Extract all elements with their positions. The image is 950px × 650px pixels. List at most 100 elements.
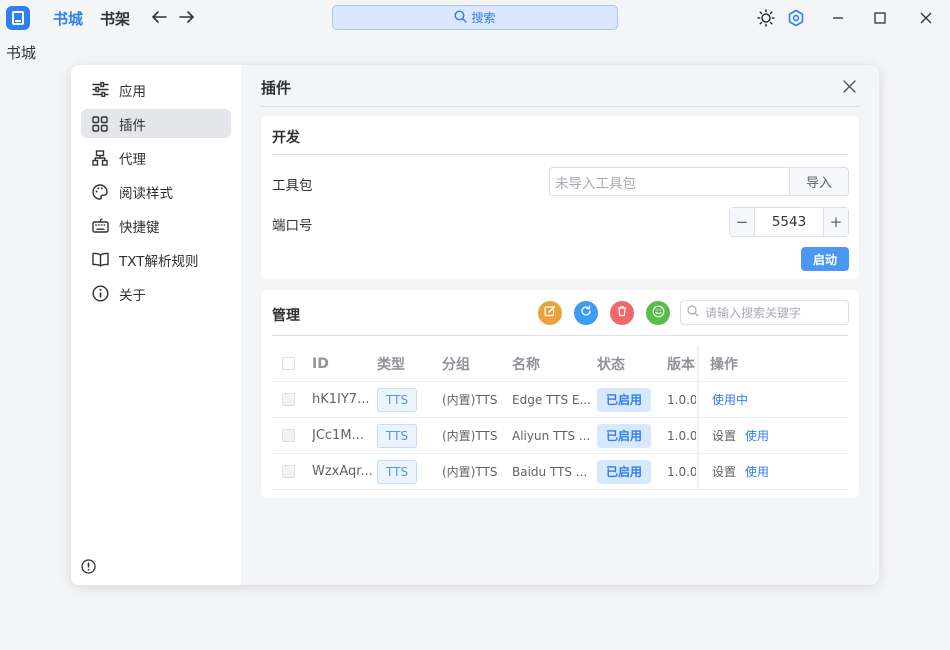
sidebar-item-txt-rules[interactable]: TXT解析规则 bbox=[81, 245, 231, 274]
refresh-button[interactable] bbox=[574, 301, 598, 325]
info-icon bbox=[91, 285, 109, 303]
delete-button[interactable] bbox=[610, 301, 634, 325]
table-header: ID 类型 分组 名称 状态 版本号 操作 bbox=[272, 346, 848, 382]
settings-gear-icon[interactable] bbox=[784, 6, 808, 30]
sidebar-item-label: 快捷键 bbox=[119, 219, 160, 236]
forward-arrow-icon[interactable] bbox=[176, 6, 198, 28]
divider bbox=[272, 335, 848, 336]
settings-dialog: 应用 插件 代理 阅读样式 快捷键 TXT解析规则 关于 插件 开发 工具包 未… bbox=[71, 65, 879, 585]
sidebar-item-about[interactable]: 关于 bbox=[81, 279, 231, 308]
row-checkbox[interactable] bbox=[282, 429, 295, 442]
port-value[interactable]: 5543 bbox=[755, 208, 823, 236]
type-tag: TTS bbox=[377, 387, 418, 412]
sidebar-item-label: 关于 bbox=[119, 287, 146, 304]
sidebar-item-plugins[interactable]: 插件 bbox=[81, 109, 231, 138]
sidebar-item-label: 应用 bbox=[119, 83, 146, 100]
port-label: 端口号 bbox=[272, 218, 313, 234]
grid-icon bbox=[91, 115, 109, 133]
book-open-icon bbox=[91, 251, 109, 269]
sidebar-item-reading-style[interactable]: 阅读样式 bbox=[81, 177, 231, 206]
sidebar-item-app[interactable]: 应用 bbox=[81, 75, 231, 104]
plugin-search-input[interactable]: 请输入搜索关键字 bbox=[680, 300, 849, 325]
cell-version: 1.0.0 bbox=[667, 392, 696, 407]
edit-icon bbox=[544, 305, 556, 321]
maximize-icon[interactable] bbox=[868, 6, 892, 30]
table-row[interactable]: JCc1M... TTS (内置)TTS Aliyun TTS ... 已启用 … bbox=[272, 418, 848, 454]
about-info-icon[interactable] bbox=[81, 559, 97, 575]
smile-icon bbox=[652, 305, 665, 322]
sidebar-item-label: 代理 bbox=[119, 151, 146, 168]
cell-group: (内置)TTS bbox=[442, 429, 498, 443]
cell-id: WzxAqr... bbox=[312, 464, 372, 479]
close-window-icon[interactable] bbox=[914, 6, 938, 30]
toggle-enable-button[interactable] bbox=[646, 301, 670, 325]
search-icon bbox=[454, 9, 468, 26]
divider bbox=[272, 154, 848, 155]
sidebar-item-shortcuts[interactable]: 快捷键 bbox=[81, 211, 231, 240]
cell-name: Aliyun TTS ... bbox=[512, 428, 591, 443]
title-bar: 书城 书架 搜索 bbox=[0, 0, 950, 36]
col-group: 分组 bbox=[442, 356, 470, 373]
table-row[interactable]: hK1IY7... TTS (内置)TTS Edge TTS E... 已启用 … bbox=[272, 382, 848, 418]
close-icon[interactable] bbox=[839, 76, 859, 96]
toolkit-field[interactable]: 未导入工具包 bbox=[549, 167, 789, 196]
col-type: 类型 bbox=[377, 356, 405, 373]
sidebar-item-label: 插件 bbox=[119, 117, 146, 134]
tab-bookshelf[interactable]: 书架 bbox=[100, 8, 130, 29]
use-link[interactable]: 使用 bbox=[745, 463, 769, 480]
row-checkbox[interactable] bbox=[282, 465, 295, 478]
row-checkbox[interactable] bbox=[282, 393, 295, 406]
dev-card: 开发 工具包 未导入工具包 导入 端口号 − 5543 + 启动 bbox=[261, 116, 859, 279]
status-badge: 已启用 bbox=[597, 423, 652, 448]
divider bbox=[261, 106, 859, 107]
edit-plugin-button[interactable] bbox=[538, 301, 562, 325]
toolkit-label: 工具包 bbox=[272, 178, 313, 194]
status-badge: 已启用 bbox=[597, 387, 652, 412]
cell-name: Baidu TTS ... bbox=[512, 464, 588, 479]
start-button[interactable]: 启动 bbox=[801, 247, 849, 271]
increment-button[interactable]: + bbox=[823, 208, 848, 236]
manage-section-title: 管理 bbox=[272, 308, 300, 324]
type-tag: TTS bbox=[377, 459, 418, 484]
search-label: 搜索 bbox=[471, 11, 496, 25]
cell-group: (内置)TTS bbox=[442, 465, 498, 479]
settings-link[interactable]: 设置 bbox=[712, 427, 736, 444]
search-placeholder: 请输入搜索关键字 bbox=[705, 306, 802, 320]
table-row[interactable]: WzxAqr... TTS (内置)TTS Baidu TTS ... 已启用 … bbox=[272, 454, 848, 490]
page-title: 书城 bbox=[6, 44, 37, 62]
cell-name: Edge TTS E... bbox=[512, 392, 591, 407]
sidebar-item-label: TXT解析规则 bbox=[119, 253, 199, 270]
cell-version: 1.0.0 bbox=[667, 428, 696, 443]
decrement-button[interactable]: − bbox=[730, 208, 755, 236]
app-logo-icon[interactable] bbox=[6, 6, 30, 30]
theme-sun-icon[interactable] bbox=[754, 6, 778, 30]
cell-group: (内置)TTS bbox=[442, 393, 498, 407]
tab-bookstore[interactable]: 书城 bbox=[53, 8, 83, 29]
import-button[interactable]: 导入 bbox=[789, 167, 849, 196]
cell-version: 1.0.0 bbox=[667, 464, 696, 479]
status-badge: 已启用 bbox=[597, 459, 652, 484]
back-arrow-icon[interactable] bbox=[148, 6, 170, 28]
minimize-icon[interactable] bbox=[826, 6, 850, 30]
refresh-icon bbox=[580, 305, 592, 321]
search-icon bbox=[687, 305, 699, 320]
in-use-link[interactable]: 使用中 bbox=[712, 391, 748, 408]
port-stepper[interactable]: − 5543 + bbox=[729, 207, 849, 237]
cell-id: hK1IY7... bbox=[312, 392, 370, 407]
sidebar-item-proxy[interactable]: 代理 bbox=[81, 143, 231, 172]
use-link[interactable]: 使用 bbox=[745, 427, 769, 444]
settings-link[interactable]: 设置 bbox=[712, 463, 736, 480]
keyboard-icon bbox=[91, 217, 109, 235]
sidebar-item-label: 阅读样式 bbox=[119, 185, 173, 202]
trash-icon bbox=[616, 305, 628, 321]
panel-title: 插件 bbox=[261, 79, 292, 97]
cell-id: JCc1M... bbox=[312, 428, 364, 443]
col-actions: 操作 bbox=[710, 356, 738, 373]
col-name: 名称 bbox=[512, 356, 540, 373]
global-search-button[interactable]: 搜索 bbox=[332, 5, 618, 30]
plugins-panel: 插件 开发 工具包 未导入工具包 导入 端口号 − 5543 + 启动 管理 请… bbox=[242, 65, 879, 585]
palette-icon bbox=[91, 183, 109, 201]
col-version: 版本号 bbox=[667, 356, 696, 373]
type-tag: TTS bbox=[377, 423, 418, 448]
select-all-checkbox[interactable] bbox=[282, 357, 295, 370]
